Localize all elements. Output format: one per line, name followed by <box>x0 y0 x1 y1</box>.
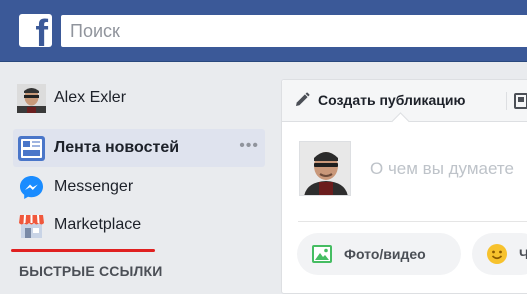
top-navigation-bar: f <box>0 0 527 62</box>
facebook-logo[interactable]: f <box>19 14 52 47</box>
feeling-button[interactable]: Чувства <box>472 233 527 275</box>
smiley-icon <box>486 243 508 265</box>
sidebar-item-news-feed[interactable]: Лента новостей ••• <box>13 129 265 167</box>
more-options-icon[interactable]: ••• <box>239 138 259 154</box>
sidebar-item-profile[interactable]: Alex Exler <box>13 79 265 117</box>
sidebar-item-marketplace[interactable]: Marketplace <box>13 206 265 244</box>
photo-video-button[interactable]: Фото/видео <box>297 233 461 275</box>
profile-avatar <box>17 83 46 113</box>
sidebar-item-label: Messenger <box>54 178 134 195</box>
composer-avatar <box>299 141 351 196</box>
composer-prompt[interactable]: О чем вы думаете <box>370 159 514 179</box>
sidebar-item-messenger[interactable]: Messenger <box>13 168 265 206</box>
photo-video-label: Фото/видео <box>344 246 426 262</box>
search-input[interactable] <box>61 15 527 47</box>
red-annotation-underline <box>11 249 155 252</box>
tab-divider <box>506 92 507 110</box>
photo-icon <box>311 243 333 265</box>
profile-name: Alex Exler <box>54 89 127 106</box>
messenger-icon <box>17 173 46 202</box>
photo-album-icon[interactable] <box>514 93 527 109</box>
composer-divider <box>298 221 527 222</box>
facebook-logo-letter: f <box>35 14 48 47</box>
shortcuts-section-title: БЫСТРЫЕ ССЫЛКИ <box>19 263 163 279</box>
tab-create-post[interactable]: Создать публикацию <box>294 92 465 108</box>
sidebar-item-label: Лента новостей <box>54 139 180 156</box>
sidebar-item-label: Marketplace <box>54 216 142 233</box>
post-composer: Создать публикацию О чем вы думаете Фото… <box>281 79 527 294</box>
tab-create-post-label: Создать публикацию <box>318 92 466 108</box>
marketplace-icon <box>17 211 46 240</box>
pencil-icon <box>294 92 310 108</box>
feeling-label: Чувства <box>519 246 527 262</box>
news-feed-icon <box>17 134 46 163</box>
